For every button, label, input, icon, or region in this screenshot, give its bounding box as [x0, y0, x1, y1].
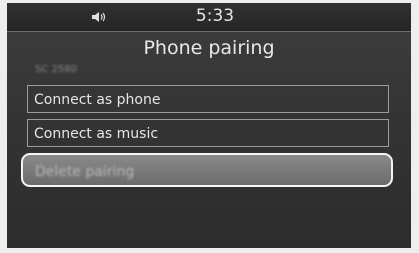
display-screen: 5:33 Phone pairing SC 2580 Connect as ph… — [7, 3, 411, 248]
status-bar: 5:33 — [7, 3, 411, 32]
menu-item-connect-as-music[interactable]: Connect as music — [27, 119, 389, 147]
menu-item-label: Connect as phone — [34, 92, 161, 108]
device-name: SC 2580 — [35, 64, 77, 75]
menu-item-label: Delete pairing — [35, 164, 135, 180]
menu-item-connect-as-phone[interactable]: Connect as phone — [27, 85, 389, 113]
speaker-icon — [92, 12, 106, 22]
menu-list: Connect as phone Connect as music Delete… — [21, 85, 393, 193]
device-bezel: 5:33 Phone pairing SC 2580 Connect as ph… — [0, 0, 419, 253]
clock: 5:33 — [195, 6, 235, 26]
page-title: Phone pairing — [143, 37, 275, 59]
menu-item-delete-pairing[interactable]: Delete pairing — [21, 153, 393, 187]
menu-item-label: Connect as music — [34, 126, 159, 142]
